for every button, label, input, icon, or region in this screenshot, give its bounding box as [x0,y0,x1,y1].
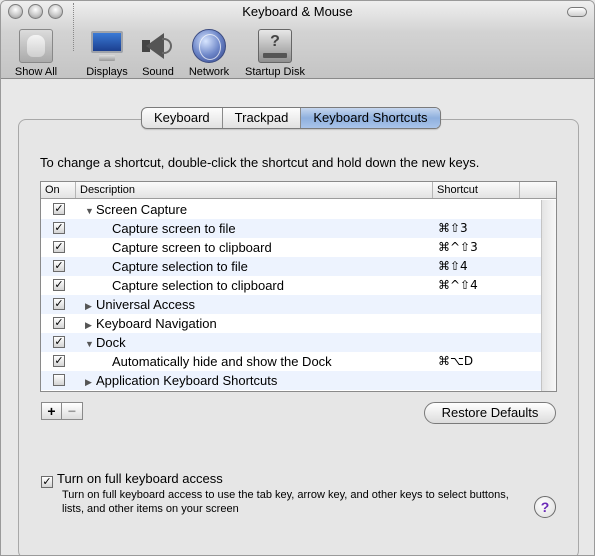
enabled-checkbox[interactable]: ✓ [53,241,65,253]
enabled-checkbox[interactable] [53,374,65,386]
enabled-checkbox[interactable]: ✓ [53,260,65,272]
row-shortcut[interactable]: ⌘⇧4 [438,257,468,276]
toolbar-sound[interactable]: Sound [139,29,177,78]
table-row[interactable]: ✓ ▼ Screen Capture [41,200,541,219]
toolbar-label: Sound [142,66,174,78]
row-description: ▼ Dock [85,333,126,354]
table-header: On Description Shortcut [41,182,556,199]
toolbar-label: Startup Disk [245,66,305,78]
row-description-text: Universal Access [96,297,195,312]
help-button[interactable]: ? [534,496,556,518]
disclosure-closed-icon[interactable]: ▶ [85,373,96,392]
table-row[interactable]: ✓ Capture selection to clipboard ⌘^⇧4 [41,276,541,295]
enabled-checkbox[interactable]: ✓ [53,336,65,348]
row-description: Capture selection to clipboard [112,276,284,295]
row-shortcut[interactable]: ⌘⌥D [438,352,473,371]
display-icon [90,29,124,63]
shortcuts-table: On Description Shortcut ✓ ▼ Screen Capture… [40,181,557,392]
toolbar-show-all[interactable]: Show All [12,29,60,78]
row-description-text: Automatically hide and show the Dock [112,354,332,369]
full-keyboard-access-help-text: Turn on full keyboard access to use the … [62,489,509,515]
toolbar-label: Displays [86,66,128,78]
full-keyboard-access-checkbox[interactable]: ✓ [41,476,53,488]
disk-icon [258,29,292,63]
row-shortcut[interactable]: ⌘⇧3 [438,219,468,238]
add-remove-controls: + − [41,402,83,420]
row-description: Capture screen to clipboard [112,238,272,257]
column-header-on[interactable]: On [41,182,76,198]
keyboard-mouse-window: Keyboard & Mouse Show All Displays Sound… [0,0,595,556]
window-title: Keyboard & Mouse [242,4,353,19]
row-shortcut[interactable]: ⌘^⇧4 [438,276,478,295]
row-description-text: Application Keyboard Shortcuts [96,373,278,388]
enabled-checkbox[interactable]: ✓ [53,355,65,367]
toolbar-displays[interactable]: Displays [84,29,130,78]
tab-keyboard-shortcuts[interactable]: Keyboard Shortcuts [301,108,440,128]
row-description-text: Dock [96,335,126,350]
row-description-text: Screen Capture [96,202,188,217]
table-row[interactable]: ✓ Capture selection to file ⌘⇧4 [41,257,541,276]
add-shortcut-button[interactable]: + [41,402,62,420]
row-description: ▶ Keyboard Navigation [85,314,217,335]
toolbar-network[interactable]: Network [185,29,233,78]
row-shortcut[interactable]: ⌘^⇧3 [438,238,478,257]
table-row[interactable]: ✓ ▼ Dock [41,333,541,352]
toolbar-separator [73,3,74,51]
restore-defaults-button[interactable]: Restore Defaults [424,402,556,424]
row-description-text: Capture screen to clipboard [112,240,272,255]
toolbar-startup-disk[interactable]: Startup Disk [241,29,309,78]
column-header-description[interactable]: Description [76,182,433,198]
tab-trackpad[interactable]: Trackpad [223,108,302,128]
table-row[interactable]: ✓ Capture screen to clipboard ⌘^⇧3 [41,238,541,257]
column-header-filler [520,182,556,198]
full-keyboard-access-label: Turn on full keyboard access [57,471,223,486]
instruction-text: To change a shortcut, double-click the s… [40,155,480,170]
row-description: ▼ Screen Capture [85,200,187,221]
table-row[interactable]: ✓ ▶ Keyboard Navigation [41,314,541,333]
row-description-text: Capture selection to clipboard [112,278,284,293]
toolbar-label: Network [188,66,230,78]
row-description: Capture screen to file [112,219,236,238]
row-description-text: Keyboard Navigation [96,316,217,331]
row-description: ▶ Application Keyboard Shortcuts [85,371,277,392]
row-description-text: Capture screen to file [112,221,236,236]
toolbar-toggle-button[interactable] [567,7,587,17]
toolbar-label: Show All [14,66,58,78]
table-row[interactable]: ▶ Application Keyboard Shortcuts [41,371,541,390]
speaker-icon [141,29,175,63]
row-description: Capture selection to file [112,257,248,276]
row-description: ▶ Universal Access [85,295,195,316]
table-row[interactable]: ✓ Automatically hide and show the Dock ⌘⌥D [41,352,541,371]
enabled-checkbox[interactable]: ✓ [53,317,65,329]
full-keyboard-access-option[interactable]: ✓ Turn on full keyboard access [41,471,223,488]
tab-bar: Keyboard Trackpad Keyboard Shortcuts [141,107,441,129]
row-description: Automatically hide and show the Dock [112,352,332,371]
enabled-checkbox[interactable]: ✓ [53,298,65,310]
enabled-checkbox[interactable]: ✓ [53,203,65,215]
remove-shortcut-button[interactable]: − [62,402,83,420]
vertical-scrollbar[interactable] [541,200,556,391]
globe-icon [192,29,226,63]
enabled-checkbox[interactable]: ✓ [53,279,65,291]
apple-icon [19,29,53,63]
tab-keyboard[interactable]: Keyboard [142,108,223,128]
row-description-text: Capture selection to file [112,259,248,274]
table-body: ✓ ▼ Screen Capture ✓ Capture screen to file ⌘… [41,200,541,390]
enabled-checkbox[interactable]: ✓ [53,222,65,234]
window-toolbar: Keyboard & Mouse Show All Displays Sound… [1,1,594,79]
table-row[interactable]: ✓ ▶ Universal Access [41,295,541,314]
table-row[interactable]: ✓ Capture screen to file ⌘⇧3 [41,219,541,238]
column-header-shortcut[interactable]: Shortcut [433,182,520,198]
